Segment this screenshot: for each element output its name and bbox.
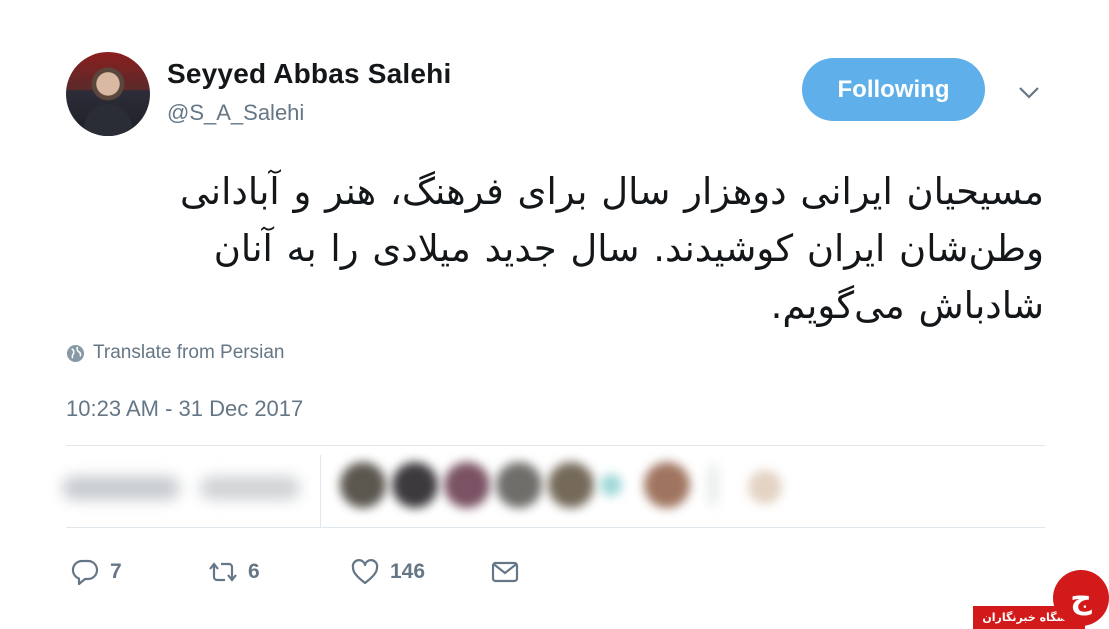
retweet-icon[interactable] [208, 557, 238, 587]
chevron-down-icon[interactable] [1016, 82, 1042, 102]
liker-avatar[interactable] [444, 462, 490, 508]
profile-name[interactable]: Seyyed Abbas Salehi [167, 58, 451, 90]
like-count: 146 [390, 560, 426, 583]
translate-link[interactable]: Translate from Persian [66, 342, 284, 364]
stats-separator [320, 455, 321, 527]
avatar[interactable] [66, 52, 150, 136]
reply-icon[interactable] [70, 557, 100, 587]
tweet-line: مسیحیان ایرانی دوهزار سال برای فرهنگ، هن… [179, 170, 1044, 213]
liker-avatar[interactable] [392, 462, 438, 508]
watermark: باشگاه خبرنگاران ج [973, 570, 1109, 629]
tweet-line: شادباش می‌گویم. [770, 284, 1044, 327]
tweet-text: مسیحیان ایرانی دوهزار سال برای فرهنگ، هن… [120, 163, 1044, 334]
retweet-count: 6 [248, 560, 260, 583]
profile-handle[interactable]: @S_A_Salehi [167, 100, 304, 126]
globe-icon [66, 344, 85, 362]
blurred-like-count [200, 476, 300, 500]
watermark-logo: ج [1053, 570, 1109, 626]
tweet-line: وطن‌شان ایران کوشیدند. سال جدید میلادی ر… [213, 227, 1044, 270]
blurred-retweet-count [62, 476, 180, 500]
divider [66, 527, 1045, 528]
heart-icon[interactable] [350, 557, 380, 587]
tweet-timestamp[interactable]: 10:23 AM - 31 Dec 2017 [66, 396, 303, 422]
liker-avatar[interactable] [600, 474, 622, 496]
reply-action[interactable]: 7 [70, 557, 122, 587]
liker-avatar[interactable] [748, 470, 782, 504]
liker-avatar[interactable] [706, 462, 720, 508]
liker-avatar[interactable] [496, 462, 542, 508]
translate-label[interactable]: Translate from Persian [93, 342, 284, 364]
following-button[interactable]: Following [802, 58, 985, 121]
reply-count: 7 [110, 560, 122, 583]
dm-action[interactable] [490, 557, 520, 587]
like-action[interactable]: 146 [350, 557, 425, 587]
divider [66, 445, 1045, 446]
retweet-action[interactable]: 6 [208, 557, 260, 587]
liker-avatar[interactable] [340, 462, 386, 508]
liker-avatar[interactable] [644, 462, 690, 508]
liker-avatar[interactable] [548, 462, 594, 508]
mail-icon[interactable] [490, 557, 520, 587]
